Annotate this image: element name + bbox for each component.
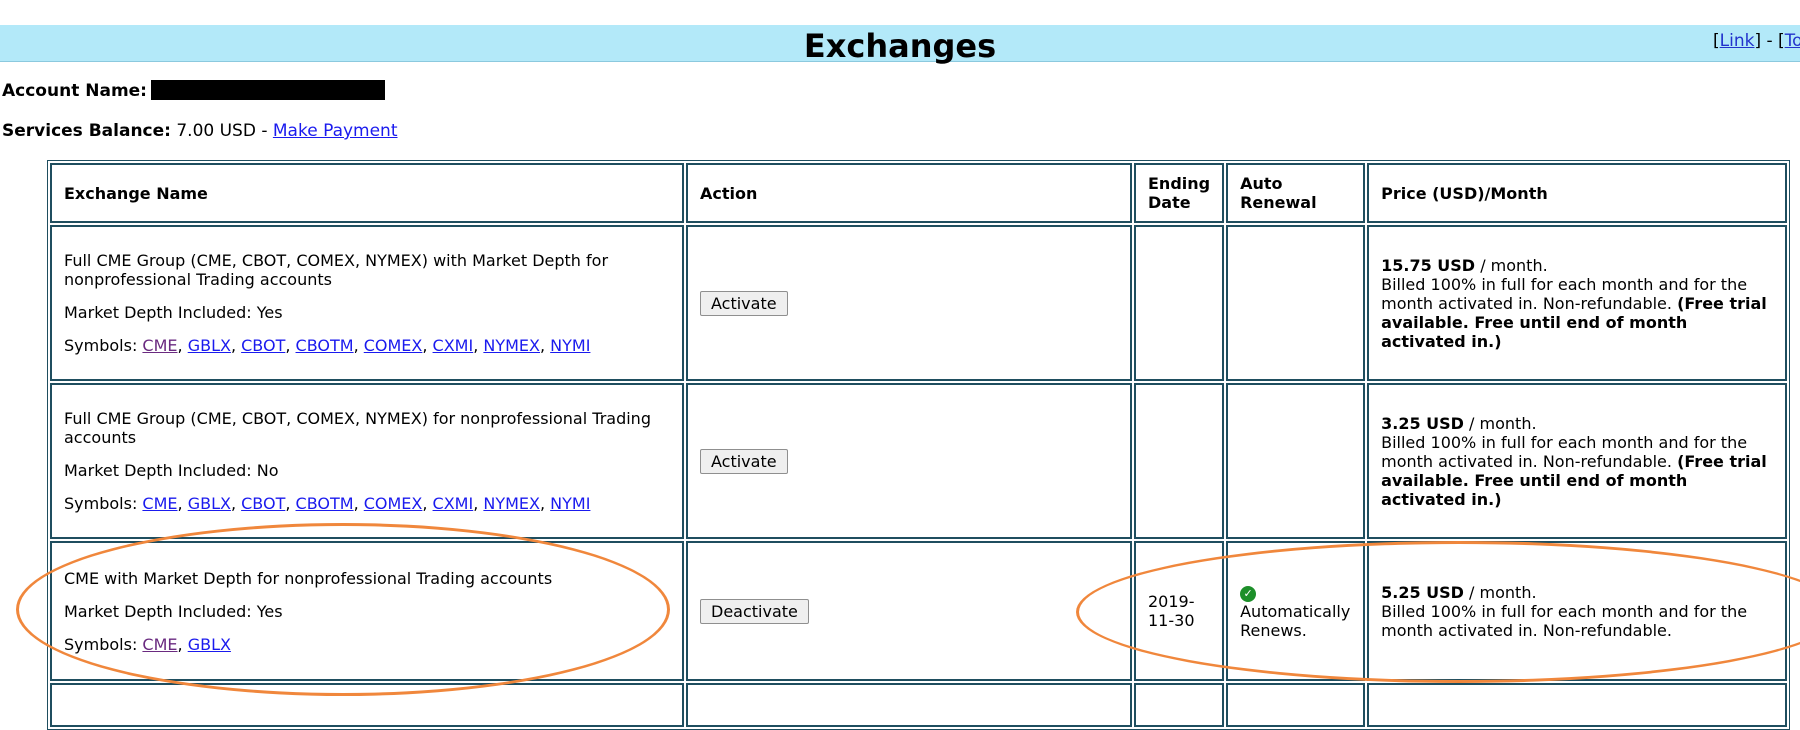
symbol-link[interactable]: CBOTM [296,494,354,513]
price-amount: 3.25 USD [1381,413,1464,433]
account-name-label: Account Name: [2,81,147,101]
auto-renewal-cell [1226,225,1366,381]
symbol-link[interactable]: GBLX [188,635,231,654]
table-row: Full CME Group (CME, CBOT, COMEX, NYMEX)… [50,225,1788,381]
table-header-row: Exchange Name Action Ending Date Auto Re… [50,163,1788,223]
exchange-name: Full CME Group (CME, CBOT, COMEX, NYMEX)… [64,409,651,447]
action-cell: Deactivate [686,541,1132,681]
make-payment-link[interactable]: Make Payment [273,121,398,141]
market-depth: Market Depth Included: Yes [64,303,283,322]
col-action: Action [686,163,1132,223]
price-unit: / month. [1480,255,1548,275]
auto-renewal-text: Automatically Renews. [1240,602,1351,640]
symbols: Symbols: CME, GBLX, CBOT, CBOTM, COMEX, … [64,494,591,513]
symbol-link[interactable]: GBLX [188,336,231,355]
redacted-account-name [150,80,385,100]
auto-renewal-cell: ✓ Automatically Renews. [1226,541,1366,681]
price-note: Billed 100% in full for each month and f… [1381,601,1748,640]
table-row-partial [50,683,1788,727]
auto-renewal-cell [1226,383,1366,539]
action-cell: Activate [686,383,1132,539]
symbol-link[interactable]: CBOT [241,336,285,355]
link-link[interactable]: Link [1720,31,1755,51]
services-balance-label: Services Balance: [2,121,171,141]
page-title: Exchanges [803,27,997,65]
exchange-name-cell: Full CME Group (CME, CBOT, COMEX, NYMEX)… [50,225,684,381]
ending-date-cell [1134,225,1225,381]
col-price: Price (USD)/Month [1367,163,1788,223]
action-cell: Activate [686,225,1132,381]
price-cell: 5.25 USD / month. Billed 100% in full fo… [1367,541,1788,681]
exchanges-table: Exchange Name Action Ending Date Auto Re… [47,160,1791,730]
symbol-link[interactable]: NYMI [550,494,590,513]
symbol-link[interactable]: COMEX [364,494,423,513]
table-row: CME with Market Depth for nonprofessiona… [50,541,1788,681]
symbols: Symbols: CME, GBLX, CBOT, CBOTM, COMEX, … [64,336,591,355]
symbol-link[interactable]: NYMI [550,336,590,355]
price-unit: / month. [1469,582,1537,602]
ending-date-cell [1134,383,1225,539]
ending-date-cell: 2019-11-30 [1134,541,1225,681]
symbols: Symbols: CME, GBLX [64,634,231,654]
price-amount: 15.75 USD [1381,255,1476,275]
exchange-name-cell: CME with Market Depth for nonprofessiona… [50,541,684,681]
header-bar: Exchanges [Link] - [To [0,25,1800,65]
symbol-link[interactable]: COMEX [364,336,423,355]
symbol-link[interactable]: GBLX [188,494,231,513]
market-depth: Market Depth Included: No [64,461,279,480]
account-name-row: Account Name: [2,80,385,101]
price-cell: 15.75 USD / month. Billed 100% in full f… [1367,225,1788,381]
top-link[interactable]: To [1785,31,1800,51]
symbol-link[interactable]: CBOT [241,494,285,513]
check-circle-icon: ✓ [1240,586,1257,602]
symbol-link[interactable]: CME [142,336,177,355]
symbol-link[interactable]: NYMEX [483,336,540,355]
price-amount: 5.25 USD [1381,582,1464,602]
symbol-link[interactable]: NYMEX [483,494,540,513]
symbol-link[interactable]: CME [142,635,177,654]
col-auto-renewal: Auto Renewal [1226,163,1366,223]
symbol-link[interactable]: CME [142,494,177,513]
col-exchange-name: Exchange Name [50,163,684,223]
services-balance-value: 7.00 USD - [176,121,268,141]
activate-button[interactable]: Activate [700,448,788,474]
exchange-name: CME with Market Depth for nonprofessiona… [64,568,553,588]
symbol-link[interactable]: CXMI [433,494,474,513]
col-ending-date: Ending Date [1134,163,1225,223]
market-depth: Market Depth Included: Yes [64,601,283,621]
activate-button[interactable]: Activate [700,290,788,316]
deactivate-button[interactable]: Deactivate [700,598,809,624]
exchange-name: Full CME Group (CME, CBOT, COMEX, NYMEX)… [64,251,609,289]
price-cell: 3.25 USD / month. Billed 100% in full fo… [1367,383,1788,539]
table-row: Full CME Group (CME, CBOT, COMEX, NYMEX)… [50,383,1788,539]
exchange-name-cell: Full CME Group (CME, CBOT, COMEX, NYMEX)… [50,383,684,539]
symbol-link[interactable]: CBOTM [296,336,354,355]
price-unit: / month. [1469,413,1537,433]
symbol-link[interactable]: CXMI [433,336,474,355]
services-balance-row: Services Balance: 7.00 USD - Make Paymen… [2,121,398,141]
header-links: [Link] - [To [1713,31,1800,51]
